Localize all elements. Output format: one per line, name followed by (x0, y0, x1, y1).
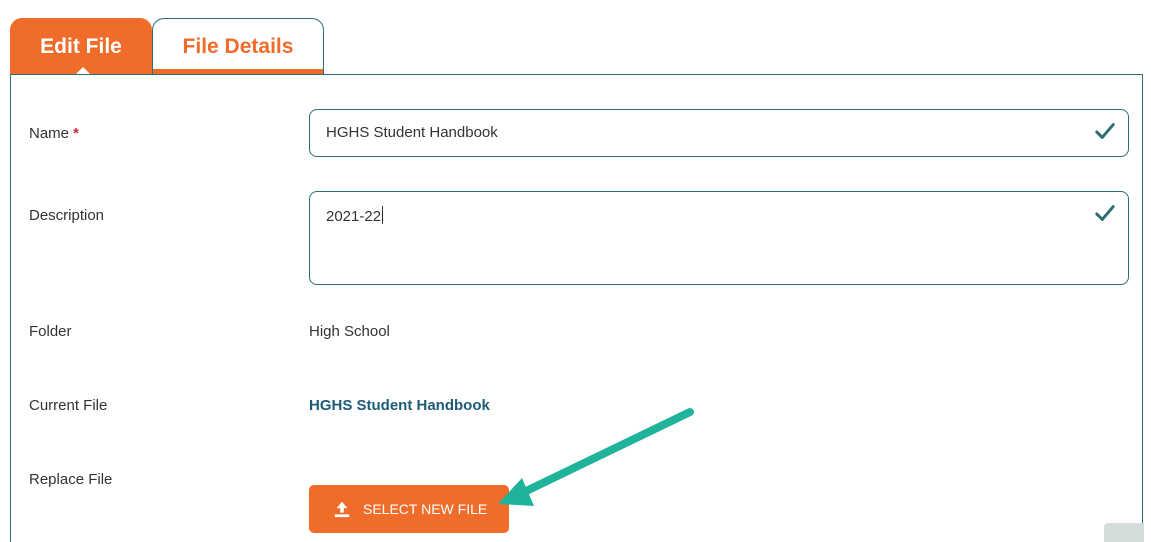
select-new-file-button[interactable]: SELECT NEW FILE (309, 485, 509, 533)
upload-icon (334, 501, 350, 518)
name-input-value: HGHS Student Handbook (326, 124, 498, 141)
edit-file-panel: Name * HGHS Student Handbook Description … (10, 74, 1143, 542)
name-label: Name * (29, 125, 79, 142)
description-value: 2021-22 (326, 208, 382, 225)
scroll-next-button[interactable] (1104, 523, 1144, 542)
edit-file-page: Edit File File Details Name * HGHS Studen… (0, 0, 1151, 542)
description-textarea[interactable]: 2021-22 (309, 191, 1129, 285)
tab-file-details-label: File Details (182, 34, 294, 58)
replace-file-label: Replace File (29, 471, 113, 488)
tab-edit-file[interactable]: Edit File (10, 18, 152, 75)
description-label: Description (29, 207, 105, 224)
required-marker: * (73, 125, 79, 142)
current-file-link[interactable]: HGHS Student Handbook (309, 397, 490, 414)
name-input[interactable]: HGHS Student Handbook (309, 109, 1129, 157)
folder-label: Folder (29, 323, 72, 340)
tab-file-details[interactable]: File Details (152, 18, 324, 74)
checkmark-icon (1095, 205, 1115, 221)
text-caret (382, 206, 384, 224)
current-file-label: Current File (29, 397, 108, 414)
tab-edit-file-label: Edit File (40, 34, 122, 58)
folder-value: High School (309, 323, 390, 340)
select-new-file-label: SELECT NEW FILE (363, 501, 488, 517)
checkmark-icon (1095, 123, 1115, 139)
